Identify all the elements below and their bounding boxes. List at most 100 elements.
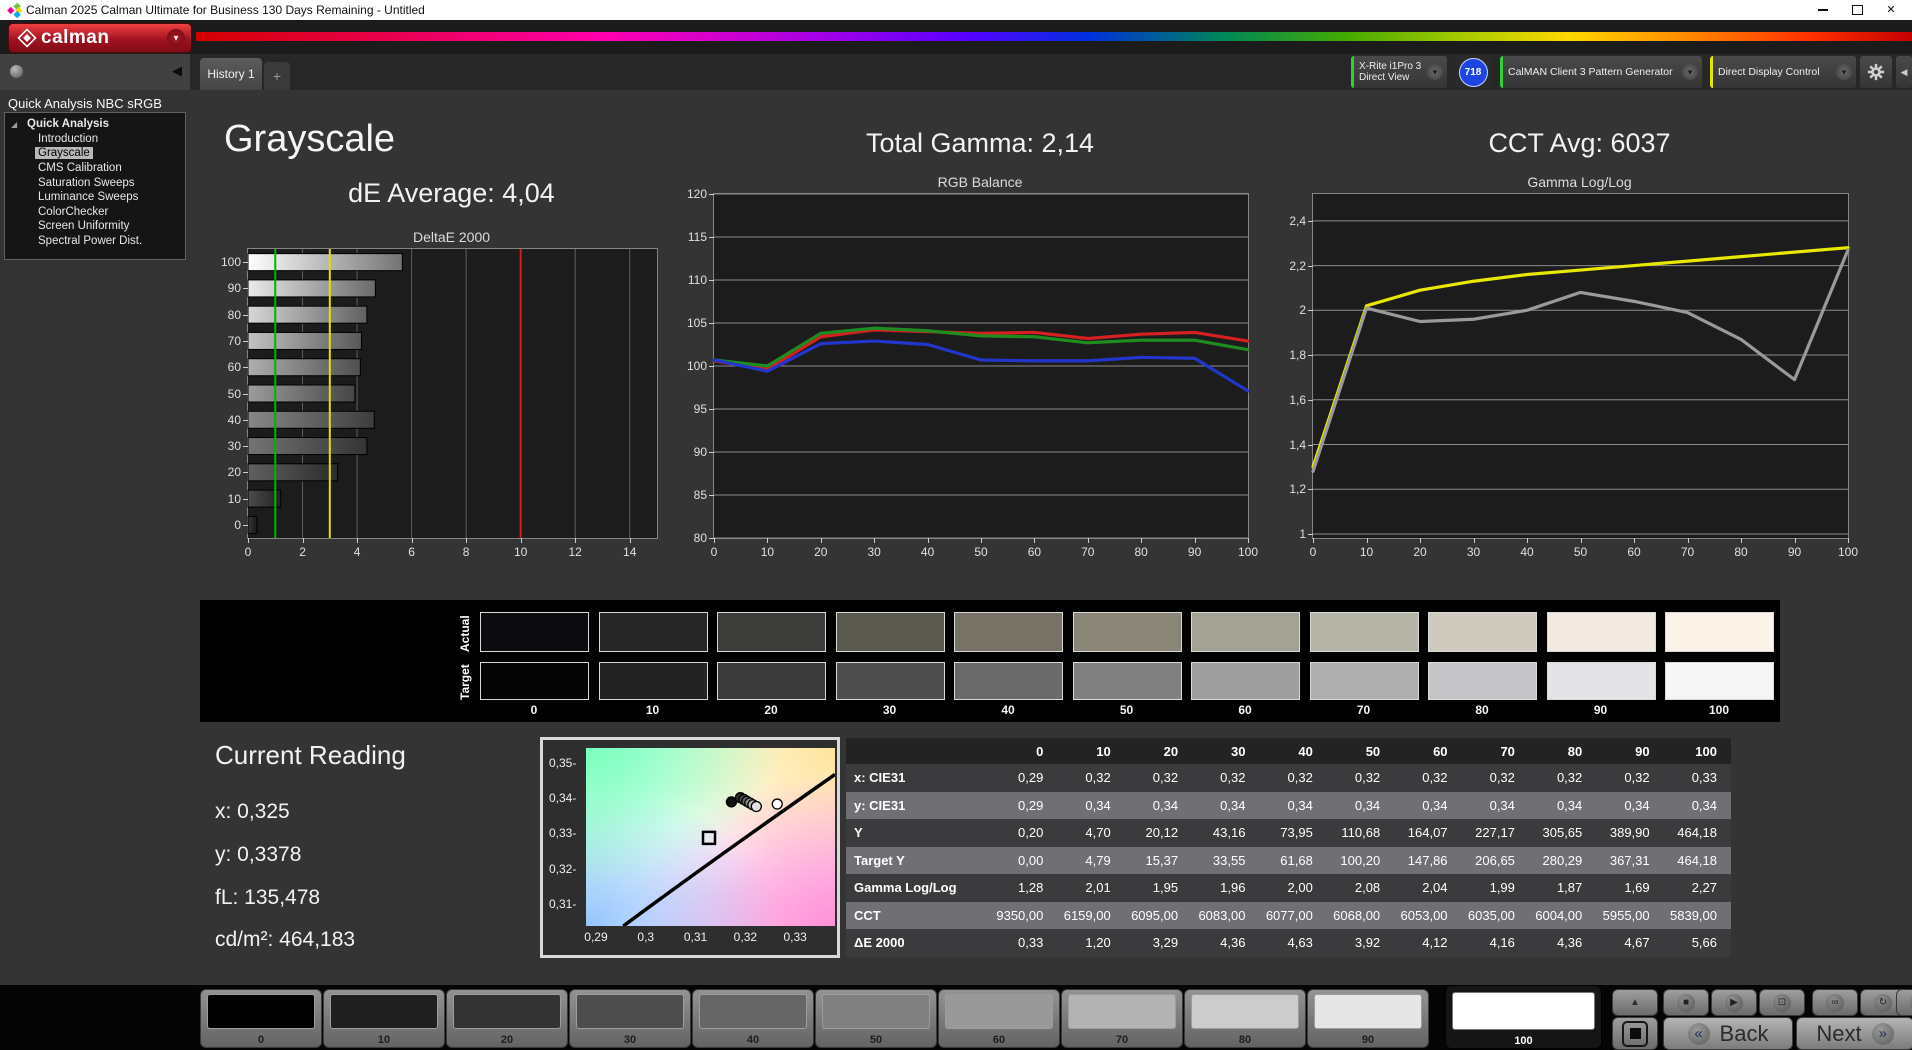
table-cell: 0,34 bbox=[1085, 797, 1111, 813]
tab-add-button[interactable]: + bbox=[264, 62, 290, 90]
pattern-generator-status-bar bbox=[1500, 56, 1503, 88]
sidebar-item-grayscale[interactable]: Grayscale bbox=[5, 146, 185, 161]
pattern-button-20[interactable]: 20 bbox=[446, 989, 568, 1048]
sidebar-item-spectral-power-dist-[interactable]: Spectral Power Dist. bbox=[5, 234, 185, 249]
pattern-button-60[interactable]: 60 bbox=[938, 989, 1060, 1048]
table-header-row: 0 10 20 30 40 50 60 70 80 90 100 bbox=[846, 738, 1731, 764]
tick bbox=[1308, 355, 1313, 357]
pattern-button-80[interactable]: 80 bbox=[1184, 989, 1306, 1048]
pattern-button-90[interactable]: 90 bbox=[1307, 989, 1429, 1048]
target-swatch-50 bbox=[1072, 662, 1182, 700]
table-cell: 227,17 bbox=[1475, 825, 1515, 841]
table-column-header: 50 bbox=[1365, 743, 1381, 759]
pattern-swatch bbox=[1068, 994, 1176, 1029]
maximize-button[interactable] bbox=[1840, 0, 1874, 20]
workflow-status-icon[interactable] bbox=[10, 65, 23, 78]
settings-button[interactable] bbox=[1860, 56, 1892, 88]
tab-history-1[interactable]: History 1 bbox=[200, 58, 262, 90]
minimize-button[interactable] bbox=[1806, 0, 1840, 20]
chart-gamma-x-label: 60 bbox=[1627, 545, 1641, 559]
deltae-x-label: 2 bbox=[299, 545, 306, 559]
pattern-button-70[interactable]: 70 bbox=[1061, 989, 1183, 1048]
table-row--e-2000: ΔE 2000 0,33 1,20 3,29 4,36 4,63 3,92 4,12 4,16 4… bbox=[846, 929, 1731, 957]
pattern-stop-button[interactable] bbox=[1612, 1017, 1658, 1050]
play-button[interactable]: ▶ bbox=[1711, 989, 1757, 1016]
tick bbox=[1687, 538, 1689, 543]
pattern-label: 100 bbox=[1514, 1035, 1533, 1047]
tick bbox=[927, 538, 929, 543]
tick bbox=[302, 538, 304, 543]
target-white-point bbox=[701, 830, 717, 846]
record-button[interactable] bbox=[1896, 989, 1912, 1016]
chart-rgb-y-label: 80 bbox=[693, 531, 707, 545]
pattern-label: 60 bbox=[992, 1034, 1006, 1046]
pattern-button-0[interactable]: 0 bbox=[200, 989, 322, 1048]
spectrum-strip bbox=[196, 32, 1912, 41]
pattern-window-button[interactable]: ⊡ bbox=[1759, 989, 1805, 1016]
sidebar-item-label: CMS Calibration bbox=[38, 162, 122, 175]
display-control-button[interactable]: Direct Display Control ▾ bbox=[1710, 56, 1856, 88]
tick bbox=[820, 538, 822, 543]
table-cell: 0,34 bbox=[1287, 797, 1313, 813]
back-button[interactable]: « Back bbox=[1663, 1017, 1793, 1050]
sidebar-item-cms-calibration[interactable]: CMS Calibration bbox=[5, 161, 185, 176]
pattern-generator-button[interactable]: CalMAN Client 3 Pattern Generator ▾ bbox=[1500, 56, 1702, 88]
pattern-label: 40 bbox=[746, 1034, 760, 1046]
next-button[interactable]: Next » bbox=[1796, 1017, 1912, 1050]
table-cell: 2,01 bbox=[1085, 880, 1111, 896]
deltae-x-label: 8 bbox=[462, 545, 470, 559]
page-title: Grayscale bbox=[224, 118, 396, 160]
sidebar-item-colorchecker[interactable]: ColorChecker bbox=[5, 205, 185, 220]
meter-device-button[interactable]: X-Rite i1Pro 3 Direct View ▾ bbox=[1351, 56, 1447, 88]
tick bbox=[1366, 538, 1368, 543]
pattern-button-100[interactable]: 100 bbox=[1445, 985, 1602, 1049]
pattern-swatch bbox=[1452, 992, 1595, 1030]
swatch-level-label: 80 bbox=[1475, 703, 1489, 717]
plus-icon: + bbox=[272, 68, 282, 84]
sidebar-item-luminance-sweeps[interactable]: Luminance Sweeps bbox=[5, 190, 185, 205]
loop-icon: ∞ bbox=[1826, 993, 1844, 1012]
table-cell: 1,69 bbox=[1624, 880, 1650, 896]
close-button[interactable]: ✕ bbox=[1874, 0, 1908, 20]
calman-menu-button[interactable]: calman ▾ bbox=[8, 23, 192, 53]
tree-node-root[interactable]: ◢ Quick Analysis bbox=[5, 117, 185, 132]
loop-button[interactable]: ∞ bbox=[1812, 989, 1858, 1016]
swatch-level-label: 20 bbox=[764, 703, 778, 717]
sidebar-item-introduction[interactable]: Introduction bbox=[5, 132, 185, 147]
chart-gamma-y-label: 1,6 bbox=[1289, 392, 1306, 407]
deltae-2000-chart: 100 90 80 70 60 50 40 30 20 10 0 0 2 4 6 8 10 12 14 bbox=[221, 248, 658, 559]
table-row-y: Y 0,20 4,70 20,12 43,16 73,95 110,68 164,07 227,… bbox=[846, 819, 1731, 847]
pattern-button-10[interactable]: 10 bbox=[323, 989, 445, 1048]
table-cell: 6068,00 bbox=[1333, 907, 1381, 923]
table-cell: 280,29 bbox=[1542, 852, 1583, 868]
tick bbox=[243, 262, 248, 264]
table-column-header: 80 bbox=[1567, 743, 1583, 759]
tree-expander-icon[interactable]: ◢ bbox=[11, 120, 17, 129]
tick bbox=[520, 538, 522, 543]
tick bbox=[709, 409, 714, 410]
chart-rgb-y-label: 95 bbox=[693, 402, 707, 416]
stop-square-icon bbox=[1622, 1020, 1648, 1047]
stop-button[interactable]: ■ bbox=[1663, 989, 1709, 1016]
actual-swatch-100 bbox=[1665, 612, 1774, 652]
panel-collapse-button[interactable]: ◀ bbox=[1896, 56, 1912, 88]
pattern-button-30[interactable]: 30 bbox=[569, 989, 691, 1048]
sidebar-collapse-icon[interactable]: ◀ bbox=[172, 64, 182, 77]
sidebar-item-saturation-sweeps[interactable]: Saturation Sweeps bbox=[5, 175, 185, 190]
table-cell: 2,27 bbox=[1691, 880, 1717, 896]
pattern-button-40[interactable]: 40 bbox=[692, 989, 814, 1048]
chart-rgb-x-label: 60 bbox=[1027, 545, 1042, 559]
table-column-header: 90 bbox=[1635, 743, 1650, 759]
meter-profile-badge[interactable]: 718 bbox=[1455, 56, 1491, 88]
sidebar-header: ◀ bbox=[0, 54, 190, 90]
chart-rgb-x-label: 70 bbox=[1081, 545, 1095, 559]
tick bbox=[1580, 538, 1582, 543]
sidebar-item-screen-uniformity[interactable]: Screen Uniformity bbox=[5, 219, 185, 234]
table-cell: 3,92 bbox=[1354, 935, 1381, 951]
deltae-y-label: 30 bbox=[227, 439, 241, 454]
total-gamma-readout: Total Gamma: 2,14 bbox=[865, 128, 1095, 158]
pattern-button-50[interactable]: 50 bbox=[815, 989, 937, 1048]
pattern-up-button[interactable]: ▲ bbox=[1612, 989, 1658, 1016]
table-cell: 0,29 bbox=[1018, 770, 1044, 786]
table-cell: 0,34 bbox=[1220, 797, 1246, 813]
